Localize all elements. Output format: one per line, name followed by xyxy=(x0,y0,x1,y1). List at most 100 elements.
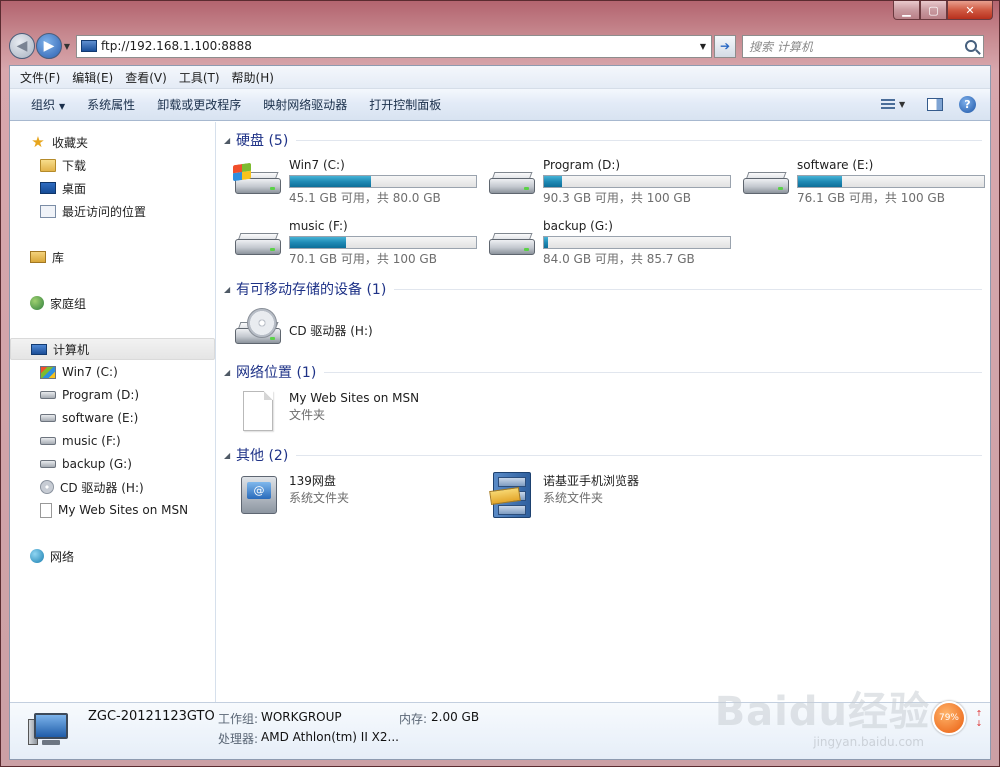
cpu-label: 处理器: xyxy=(218,732,259,746)
watermark-site: jingyan.baidu.com xyxy=(813,735,924,749)
up-down-arrows-icon: ↑ ↓ xyxy=(975,709,983,728)
group-header-removable[interactable]: ◢ 有可移动存储的设备 (1) xyxy=(224,279,982,299)
computer-icon xyxy=(28,713,72,745)
drive-tile-g[interactable]: backup (G:) 84.0 GB 可用，共 85.7 GB xyxy=(487,217,731,267)
sidebar-item-drive-h[interactable]: CD 驱动器 (H:) xyxy=(10,476,215,498)
sidebar-item-network[interactable]: 网络 xyxy=(10,545,215,567)
drive-name: software (E:) xyxy=(797,158,874,172)
recent-pages-dropdown[interactable]: ▼ xyxy=(62,42,72,51)
library-icon xyxy=(30,251,46,263)
forward-button[interactable]: ▶ xyxy=(36,33,62,59)
sidebar-item-libraries[interactable]: 库 xyxy=(10,246,215,268)
uninstall-program-button[interactable]: 卸载或更改程序 xyxy=(146,96,252,113)
speed-badge[interactable]: 79% xyxy=(932,701,966,735)
hard-drive-icon xyxy=(487,217,537,265)
drive-tile-d[interactable]: Program (D:) 90.3 GB 可用，共 100 GB xyxy=(487,156,731,206)
menu-view[interactable]: 查看(V) xyxy=(119,69,173,86)
sidebar-item-label: 最近访问的位置 xyxy=(62,204,147,219)
sidebar-item-drive-d[interactable]: Program (D:) xyxy=(10,384,215,406)
network-location-tile[interactable]: My Web Sites on MSN 文件夹 xyxy=(233,389,419,439)
change-view-button[interactable]: ▼ xyxy=(881,98,911,112)
sidebar-item-drive-g[interactable]: backup (G:) xyxy=(10,453,215,475)
cd-drive-tile[interactable]: CD 驱动器 (H:) xyxy=(233,306,373,356)
sidebar-item-desktop[interactable]: 桌面 xyxy=(10,177,215,199)
other-tile-nokia-browser[interactable]: 诺基亚手机浏览器 系统文件夹 xyxy=(487,472,639,522)
sidebar-item-downloads[interactable]: 下载 xyxy=(10,154,215,176)
drive-free-space: 76.1 GB 可用，共 100 GB xyxy=(797,191,945,205)
minimize-button[interactable]: ▁ xyxy=(893,1,920,20)
preview-pane-icon[interactable] xyxy=(927,98,943,111)
file-cabinet-icon xyxy=(487,472,537,520)
sidebar-item-drive-f[interactable]: music (F:) xyxy=(10,430,215,452)
drive-name: Win7 (C:) xyxy=(289,158,345,172)
sidebar-item-computer[interactable]: 计算机 xyxy=(10,338,215,360)
sidebar-item-web-sites[interactable]: My Web Sites on MSN xyxy=(10,499,215,521)
menu-edit[interactable]: 编辑(E) xyxy=(66,69,119,86)
group-title: 其他 (2) xyxy=(236,448,289,464)
window-frame: ▁ ▢ ✕ ◀ ▶ ▼ ftp://192.168.1.100:8888 ▼ ➔… xyxy=(0,0,1000,767)
sidebar-item-favorites[interactable]: ★ 收藏夹 xyxy=(10,131,215,153)
sidebar-item-drive-e[interactable]: software (E:) xyxy=(10,407,215,429)
other-tile-139[interactable]: @ 139网盘 系统文件夹 xyxy=(233,472,349,522)
help-icon[interactable]: ? xyxy=(959,96,976,113)
search-icon[interactable] xyxy=(965,40,977,52)
organize-button[interactable]: 组织 ▼ xyxy=(20,96,76,113)
hard-drive-icon xyxy=(40,414,56,422)
map-network-drive-button[interactable]: 映射网络驱动器 xyxy=(252,96,358,113)
sidebar-item-recent-places[interactable]: 最近访问的位置 xyxy=(10,200,215,222)
sidebar-item-label: backup (G:) xyxy=(62,457,132,471)
group-header-other[interactable]: ◢ 其他 (2) xyxy=(224,445,982,465)
details-pane: ZGC-20121123GTO 工作组: WORKGROUP 内存: 2.00 … xyxy=(10,689,990,759)
recent-places-icon xyxy=(40,204,56,218)
sidebar-item-drive-c[interactable]: Win7 (C:) xyxy=(10,361,215,383)
cd-drive-icon xyxy=(233,306,283,354)
drive-tile-c[interactable]: Win7 (C:) 45.1 GB 可用，共 80.0 GB xyxy=(233,156,477,206)
sidebar-item-label: software (E:) xyxy=(62,411,139,425)
item-name: 139网盘 xyxy=(289,474,336,488)
back-button[interactable]: ◀ xyxy=(9,33,35,59)
group-header-hard-disks[interactable]: ◢ 硬盘 (5) xyxy=(224,130,982,150)
system-properties-button[interactable]: 系统属性 xyxy=(76,96,146,113)
open-control-panel-button[interactable]: 打开控制面板 xyxy=(358,96,452,113)
sidebar-item-label: 家庭组 xyxy=(50,296,87,311)
search-input[interactable]: 搜索 计算机 xyxy=(742,34,984,58)
group-divider xyxy=(324,371,982,373)
workgroup-value: WORKGROUP xyxy=(261,710,342,724)
menu-bar: 文件(F) 编辑(E) 查看(V) 工具(T) 帮助(H) xyxy=(10,66,990,89)
item-type: 系统文件夹 xyxy=(543,491,604,505)
drive-tile-f[interactable]: music (F:) 70.1 GB 可用，共 100 GB xyxy=(233,217,477,267)
maximize-button[interactable]: ▢ xyxy=(920,1,947,20)
go-button[interactable]: ➔ xyxy=(714,34,736,58)
drive-usage-fill xyxy=(290,176,372,187)
group-title: 网络位置 (1) xyxy=(236,365,317,381)
document-icon xyxy=(40,502,52,518)
address-dropdown[interactable]: ▼ xyxy=(695,42,711,51)
close-button[interactable]: ✕ xyxy=(947,1,993,20)
sidebar-item-homegroup[interactable]: 家庭组 xyxy=(10,292,215,314)
drive-tile-e[interactable]: software (E:) 76.1 GB 可用，共 100 GB xyxy=(741,156,985,206)
collapse-icon: ◢ xyxy=(224,450,231,460)
drive-usage-fill xyxy=(290,237,346,248)
mail-drive-icon: @ xyxy=(233,472,283,520)
address-bar[interactable]: ftp://192.168.1.100:8888 ▼ xyxy=(76,34,712,58)
network-icon xyxy=(30,549,44,563)
navigation-pane: ★ 收藏夹 下载 桌面 最近访问的位置 库 家庭组 计算机 Win7 (C:) P… xyxy=(10,122,216,702)
group-header-network[interactable]: ◢ 网络位置 (1) xyxy=(224,362,982,382)
drive-usage-bar xyxy=(289,175,477,188)
drive-free-space: 45.1 GB 可用，共 80.0 GB xyxy=(289,191,441,205)
sidebar-item-label: CD 驱动器 (H:) xyxy=(60,480,144,495)
menu-tools[interactable]: 工具(T) xyxy=(173,69,226,86)
menu-file[interactable]: 文件(F) xyxy=(14,69,66,86)
drive-name: backup (G:) xyxy=(543,219,613,233)
computer-icon xyxy=(81,40,97,52)
document-icon xyxy=(233,389,283,437)
sidebar-item-label: Win7 (C:) xyxy=(62,365,118,379)
organize-label: 组织 xyxy=(31,98,56,112)
address-text[interactable]: ftp://192.168.1.100:8888 xyxy=(101,39,695,53)
menu-help[interactable]: 帮助(H) xyxy=(226,69,280,86)
star-icon: ★ xyxy=(31,133,45,151)
computer-name: ZGC-20121123GTO xyxy=(88,709,215,724)
collapse-icon: ◢ xyxy=(224,367,231,377)
hard-drive-icon xyxy=(487,156,537,204)
collapse-icon: ◢ xyxy=(224,135,231,145)
